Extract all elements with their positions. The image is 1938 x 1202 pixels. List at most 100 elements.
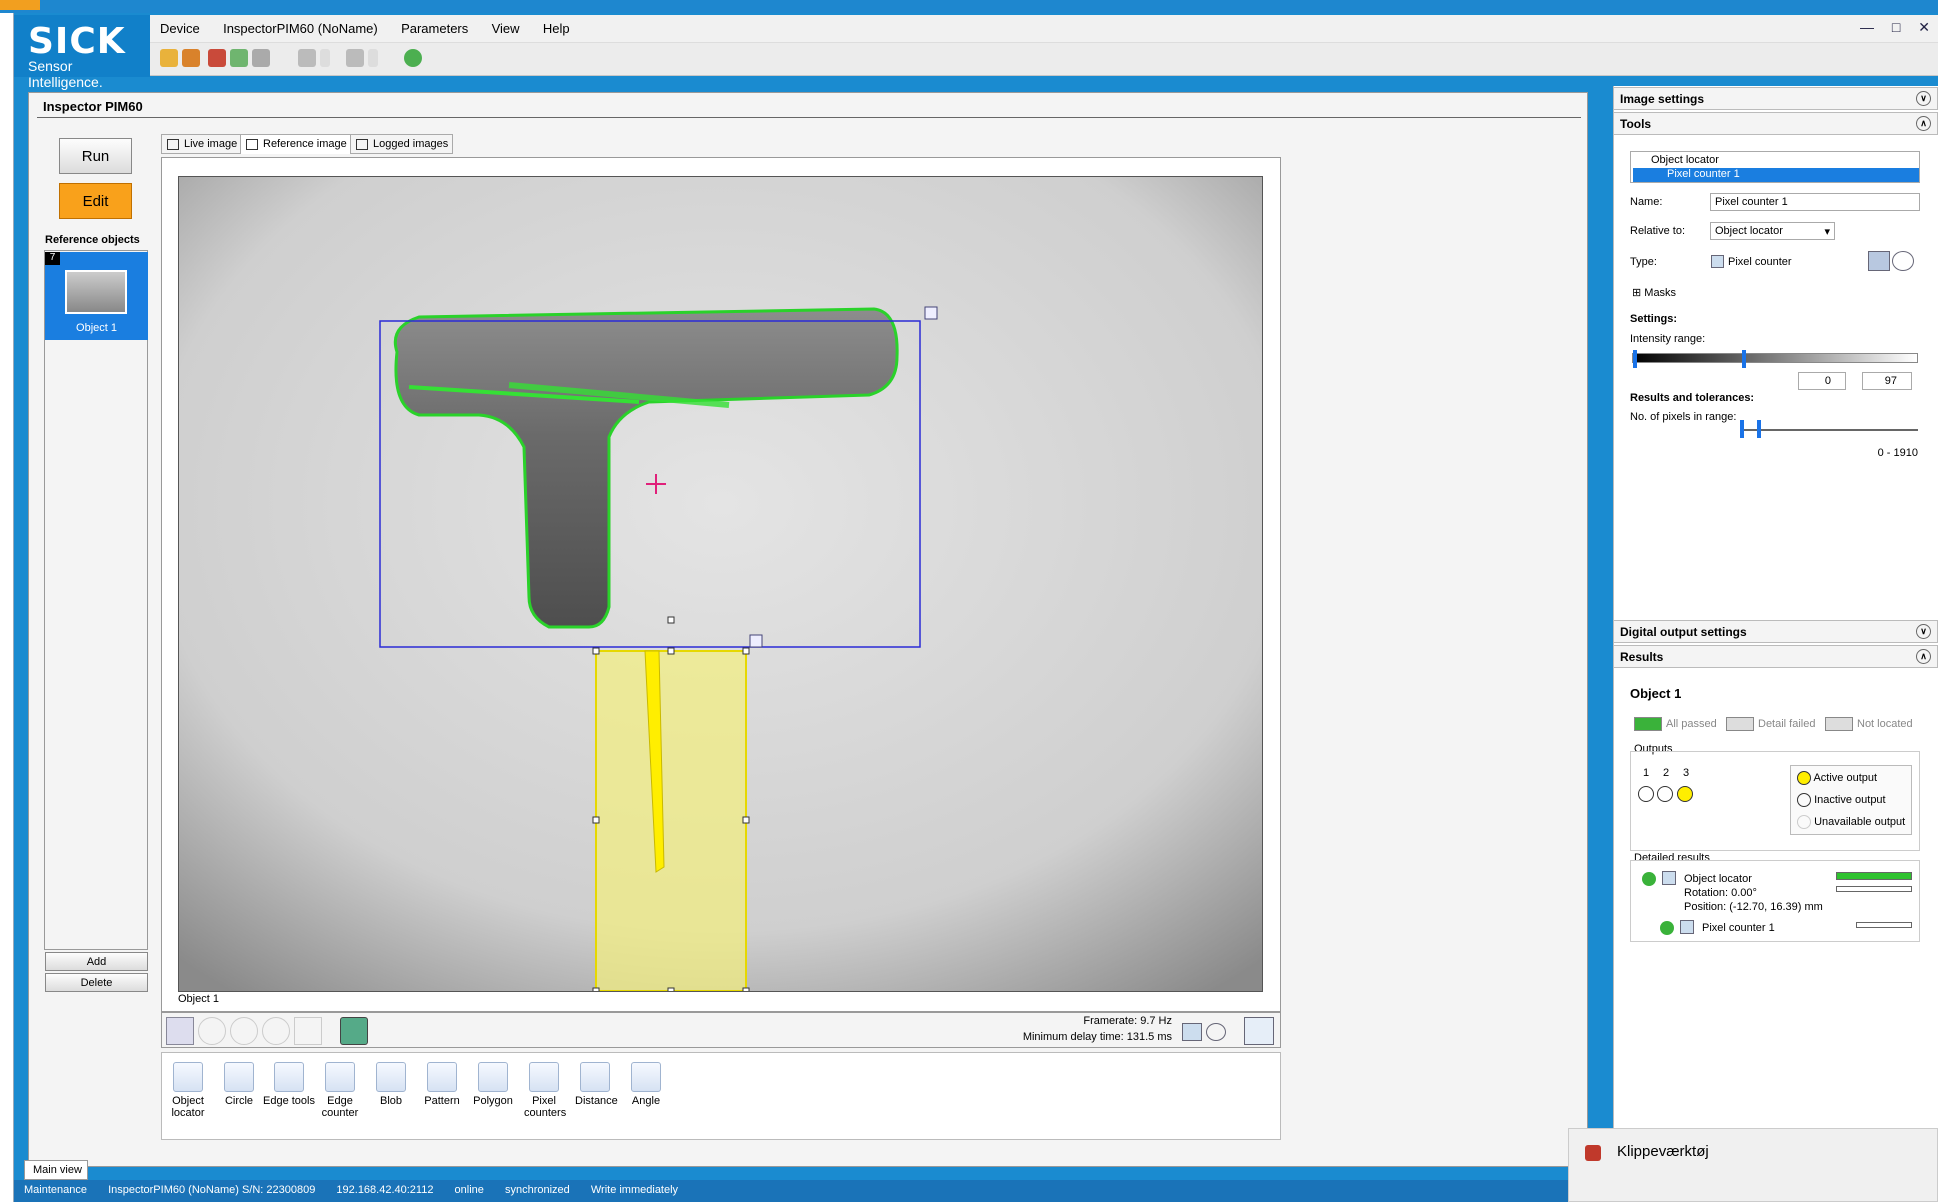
pdf-icon[interactable] bbox=[208, 49, 226, 67]
tool-pixel-counters[interactable]: Pixel counters bbox=[524, 1062, 566, 1119]
detail-position: Position: (-12.70, 16.39) mm bbox=[1684, 901, 1823, 913]
relative-select[interactable]: Object locator ▾ bbox=[1710, 222, 1835, 240]
menu-parameters[interactable]: Parameters bbox=[391, 15, 478, 42]
output-2-indicator bbox=[1657, 786, 1674, 802]
run-button[interactable]: Run bbox=[59, 138, 132, 174]
tool-angle[interactable]: Angle bbox=[626, 1062, 666, 1107]
zoom-in-icon[interactable] bbox=[198, 1017, 226, 1045]
connect-icon[interactable] bbox=[160, 49, 178, 67]
close-icon[interactable]: ✕ bbox=[1918, 19, 1930, 35]
export-icon[interactable] bbox=[230, 49, 248, 67]
locator-handle-icon[interactable] bbox=[924, 306, 938, 320]
tab-live-image[interactable]: Live image bbox=[161, 134, 243, 154]
tool-polygon[interactable]: Polygon bbox=[473, 1062, 513, 1107]
redo-icon[interactable] bbox=[346, 49, 364, 67]
reference-image-canvas[interactable] bbox=[178, 176, 1263, 992]
edge-tools-icon bbox=[274, 1062, 304, 1092]
output-number: 2 bbox=[1663, 767, 1670, 779]
tool-edge-counter[interactable]: Edge counter bbox=[320, 1062, 360, 1119]
edge-counter-icon bbox=[325, 1062, 355, 1092]
tree-item-pixel-counter[interactable]: Pixel counter 1 bbox=[1633, 168, 1919, 182]
status-write-mode: Write immediately bbox=[590, 1184, 679, 1196]
pixel-range-max-handle[interactable] bbox=[1757, 420, 1761, 438]
disconnect-icon[interactable] bbox=[182, 49, 200, 67]
rectangle-shape-icon[interactable] bbox=[1868, 251, 1890, 271]
output-legend: Active output Inactive output Unavailabl… bbox=[1790, 765, 1912, 835]
collapse-icon[interactable]: ∧ bbox=[1916, 649, 1931, 664]
tool-object-locator[interactable]: Object locator bbox=[168, 1062, 208, 1119]
tool-label: Object locator bbox=[171, 1095, 205, 1119]
intensity-max-spinner[interactable]: 97 bbox=[1862, 372, 1912, 390]
pixel-range-min-handle[interactable] bbox=[1740, 420, 1744, 438]
status-device: InspectorPIM60 (NoName) S/N: 22300809 bbox=[108, 1184, 316, 1196]
undo-icon[interactable] bbox=[298, 49, 316, 67]
tab-logged-images[interactable]: Logged images bbox=[350, 134, 454, 154]
intensity-min-spinner[interactable]: 0 bbox=[1798, 372, 1846, 390]
rectangle-shape-icon[interactable] bbox=[1182, 1023, 1202, 1041]
green-swatch bbox=[1634, 717, 1662, 731]
image-caption: Object 1 bbox=[178, 993, 219, 1005]
ellipse-shape-icon[interactable] bbox=[1892, 251, 1914, 271]
framerate-text: Framerate: 9.7 Hz bbox=[1083, 1015, 1172, 1027]
reference-image[interactable] bbox=[179, 177, 1263, 992]
intensity-min-handle[interactable] bbox=[1633, 350, 1637, 368]
pixels-in-range-label: No. of pixels in range: bbox=[1630, 411, 1737, 423]
add-button[interactable]: Add bbox=[45, 952, 148, 971]
pixel-range-slider[interactable] bbox=[1740, 420, 1918, 438]
brand-tagline: Sensor Intelligence. bbox=[28, 58, 103, 90]
tab-main-view[interactable]: Main view bbox=[24, 1160, 88, 1180]
result-object-title: Object 1 bbox=[1630, 686, 1682, 701]
digital-output-header[interactable]: Digital output settings ∨ bbox=[1613, 620, 1938, 643]
object-index-badge: 7 bbox=[45, 252, 60, 265]
film-icon bbox=[167, 139, 179, 150]
menu-device-name[interactable]: InspectorPIM60 (NoName) bbox=[213, 15, 388, 42]
grey-swatch bbox=[1825, 717, 1853, 731]
tool-distance[interactable]: Distance bbox=[575, 1062, 618, 1107]
edit-button[interactable]: Edit bbox=[59, 183, 132, 219]
results-header[interactable]: Results ∧ bbox=[1613, 645, 1938, 668]
tool-circle[interactable]: Circle bbox=[219, 1062, 259, 1107]
collapse-icon[interactable]: ∧ bbox=[1916, 116, 1931, 131]
menu-help[interactable]: Help bbox=[533, 15, 580, 42]
reference-object-item[interactable]: 7 Object 1 bbox=[45, 252, 148, 340]
section-label: Digital output settings bbox=[1620, 625, 1747, 639]
expand-icon[interactable]: ∨ bbox=[1916, 624, 1931, 639]
name-label: Name: bbox=[1630, 196, 1663, 208]
eraser-icon[interactable] bbox=[252, 49, 270, 67]
ellipse-shape-icon[interactable] bbox=[1206, 1023, 1226, 1041]
tree-item-object-locator[interactable]: Object locator bbox=[1651, 154, 1719, 166]
maximize-icon[interactable]: □ bbox=[1892, 19, 1900, 35]
image-settings-header[interactable]: Image settings ∨ bbox=[1613, 87, 1938, 110]
zoom-out-icon[interactable] bbox=[230, 1017, 258, 1045]
tool-blob[interactable]: Blob bbox=[371, 1062, 411, 1107]
pan-hand-icon[interactable] bbox=[294, 1017, 322, 1045]
undo-dropdown-icon[interactable] bbox=[320, 49, 330, 67]
zoom-fit-icon[interactable] bbox=[262, 1017, 290, 1045]
tab-reference-image[interactable]: Reference image bbox=[240, 134, 352, 154]
database-icon[interactable] bbox=[340, 1017, 368, 1045]
intensity-slider[interactable] bbox=[1632, 350, 1918, 368]
menu-device[interactable]: Device bbox=[150, 15, 210, 42]
pixel-counter-region[interactable] bbox=[595, 650, 747, 991]
output-number: 1 bbox=[1643, 767, 1650, 779]
tool-pattern[interactable]: Pattern bbox=[422, 1062, 462, 1107]
minimize-icon[interactable]: — bbox=[1860, 19, 1874, 35]
region-tool-icon[interactable] bbox=[749, 634, 763, 648]
expand-icon[interactable]: ∨ bbox=[1916, 91, 1931, 106]
section-label: Results bbox=[1620, 650, 1664, 664]
name-field[interactable]: Pixel counter 1 bbox=[1710, 193, 1920, 211]
menu-view[interactable]: View bbox=[482, 15, 530, 42]
help-icon[interactable] bbox=[404, 49, 422, 67]
tool-edge-tools[interactable]: Edge tools bbox=[262, 1062, 316, 1107]
fullscreen-icon[interactable] bbox=[1244, 1017, 1274, 1045]
masks-toggle[interactable]: ⊞ Masks bbox=[1632, 286, 1676, 299]
select-icon[interactable] bbox=[166, 1017, 194, 1045]
legend-label: Not located bbox=[1857, 717, 1913, 730]
intensity-max-handle[interactable] bbox=[1741, 350, 1746, 368]
redo-dropdown-icon[interactable] bbox=[368, 49, 378, 67]
delete-button[interactable]: Delete bbox=[45, 973, 148, 992]
type-label: Type: bbox=[1630, 256, 1657, 268]
expand-plus-icon: ⊞ bbox=[1632, 287, 1645, 299]
tools-header[interactable]: Tools ∧ bbox=[1613, 112, 1938, 135]
snipping-tool-toast[interactable]: Klippeværktøj bbox=[1568, 1128, 1938, 1202]
